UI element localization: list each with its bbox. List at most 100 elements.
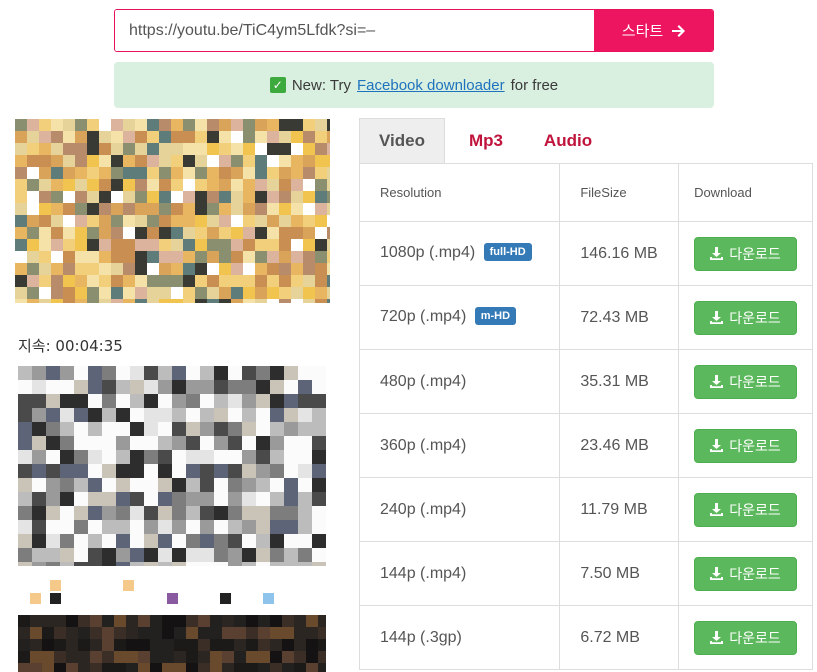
url-input[interactable] — [115, 10, 594, 51]
ad-pixel — [172, 520, 186, 534]
ad-dark-pixel — [18, 627, 30, 639]
ad-pixel — [200, 464, 214, 478]
ad-pixel — [312, 380, 326, 394]
ad-pixel — [228, 366, 242, 380]
thumbnail-pixel — [291, 239, 303, 251]
ad-image-dark[interactable] — [18, 615, 326, 672]
download-button[interactable]: 다운로드 — [694, 620, 798, 655]
ad-pixel — [298, 520, 312, 534]
tab-mp3[interactable]: Mp3 — [445, 118, 527, 163]
ad-pixel — [214, 478, 228, 492]
thumbnail-pixel — [315, 119, 327, 131]
ad-pixel — [242, 464, 256, 478]
ad-dark-pixel — [162, 639, 174, 651]
ad-pixel — [144, 506, 158, 520]
ad-pixel — [312, 506, 326, 520]
ad-pixel — [60, 548, 74, 562]
thumbnail-pixel — [75, 143, 87, 155]
ad-pixel — [18, 492, 32, 506]
ad-pixel — [88, 436, 102, 450]
ad-dark-pixel — [282, 663, 294, 672]
ad-pixel — [214, 506, 228, 520]
thumbnail-pixel — [147, 191, 159, 203]
thumbnail-pixel — [255, 275, 267, 287]
download-button[interactable]: 다운로드 — [694, 364, 798, 399]
thumbnail-pixel — [291, 167, 303, 179]
ad-pixel — [200, 562, 214, 566]
thumbnail-pixel — [231, 251, 243, 263]
thumbnail-pixel — [279, 191, 291, 203]
thumbnail-pixel — [171, 263, 183, 275]
thumbnail-pixel — [111, 251, 123, 263]
ad-pixel — [158, 464, 172, 478]
ad-pixel — [130, 380, 144, 394]
ad-dark-pixel — [54, 627, 66, 639]
ad-pixel — [88, 422, 102, 436]
ad-pixel — [88, 366, 102, 380]
ad-pixel — [18, 548, 32, 562]
ad-image[interactable] — [18, 366, 326, 566]
thumbnail-pixel — [15, 203, 27, 215]
thumbnail-pixel — [15, 155, 27, 167]
thumbnail-pixel — [15, 251, 27, 263]
ad-dark-pixel — [318, 627, 326, 639]
ad-pixel — [46, 534, 60, 548]
thumbnail-pixel — [15, 227, 27, 239]
download-button[interactable]: 다운로드 — [694, 300, 798, 335]
thumbnail-pixel — [147, 263, 159, 275]
thumbnail-pixel — [75, 119, 87, 131]
thumbnail-pixel — [207, 131, 219, 143]
download-button[interactable]: 다운로드 — [694, 236, 798, 271]
thumbnail-pixel — [135, 239, 147, 251]
thumbnail-pixel — [27, 263, 39, 275]
thumbnail-pixel — [315, 275, 327, 287]
ad-dark-pixel — [270, 615, 282, 627]
ad-dark-pixel — [66, 639, 78, 651]
facebook-downloader-link[interactable]: Facebook downloader — [357, 77, 505, 94]
thumbnail-pixel — [231, 143, 243, 155]
table-row: 144p (.mp4) 7.50 MB 다운로드 — [358, 541, 813, 606]
ad-pixel — [32, 478, 46, 492]
download-button[interactable]: 다운로드 — [694, 556, 798, 591]
ad-pixel — [74, 422, 88, 436]
ad-pixel — [60, 394, 74, 408]
ad-pixel — [60, 436, 74, 450]
resolution-cell: 480p (.mp4) — [358, 349, 561, 414]
ad-pixel — [158, 366, 172, 380]
thumbnail-pixel — [183, 251, 195, 263]
ad-dark-pixel — [222, 651, 234, 663]
ad-pixel — [102, 464, 116, 478]
thumbnail-pixel — [159, 155, 171, 167]
thumbnail-pixel — [159, 119, 171, 131]
thumbnail-pixel — [87, 179, 99, 191]
thumbnail-pixel — [171, 131, 183, 143]
tab-video[interactable]: Video — [359, 118, 445, 163]
thumbnail-pixel — [195, 275, 207, 287]
filesize-cell: 146.16 MB — [559, 221, 680, 286]
thumbnail-pixel — [195, 191, 207, 203]
thumbnail-pixel — [63, 251, 75, 263]
tab-audio[interactable]: Audio — [527, 118, 609, 163]
ad-pixel — [256, 394, 270, 408]
ad-pixel — [242, 562, 256, 566]
ad-pixel — [228, 562, 242, 566]
download-button[interactable]: 다운로드 — [694, 428, 798, 463]
thumbnail-pixel — [327, 191, 330, 203]
download-button[interactable]: 다운로드 — [694, 492, 798, 527]
thumbnail-pixel — [171, 179, 183, 191]
thumbnail-pixel — [207, 167, 219, 179]
ad-pixel — [200, 478, 214, 492]
ad-pixel — [200, 366, 214, 380]
thumbnail-pixel — [135, 203, 147, 215]
thumbnail-pixel — [267, 287, 279, 299]
ad-pixel — [298, 380, 312, 394]
ad-dark-pixel — [270, 627, 282, 639]
ad-pixel — [270, 520, 284, 534]
notice-prefix: New: Try — [291, 76, 352, 94]
start-button[interactable]: 스타트 — [594, 10, 713, 51]
ad-pixel — [32, 506, 46, 520]
thumbnail-pixel — [87, 227, 99, 239]
ad-dark-pixel — [282, 615, 294, 627]
thumbnail-pixel — [63, 299, 75, 303]
thumbnail-pixel — [207, 215, 219, 227]
